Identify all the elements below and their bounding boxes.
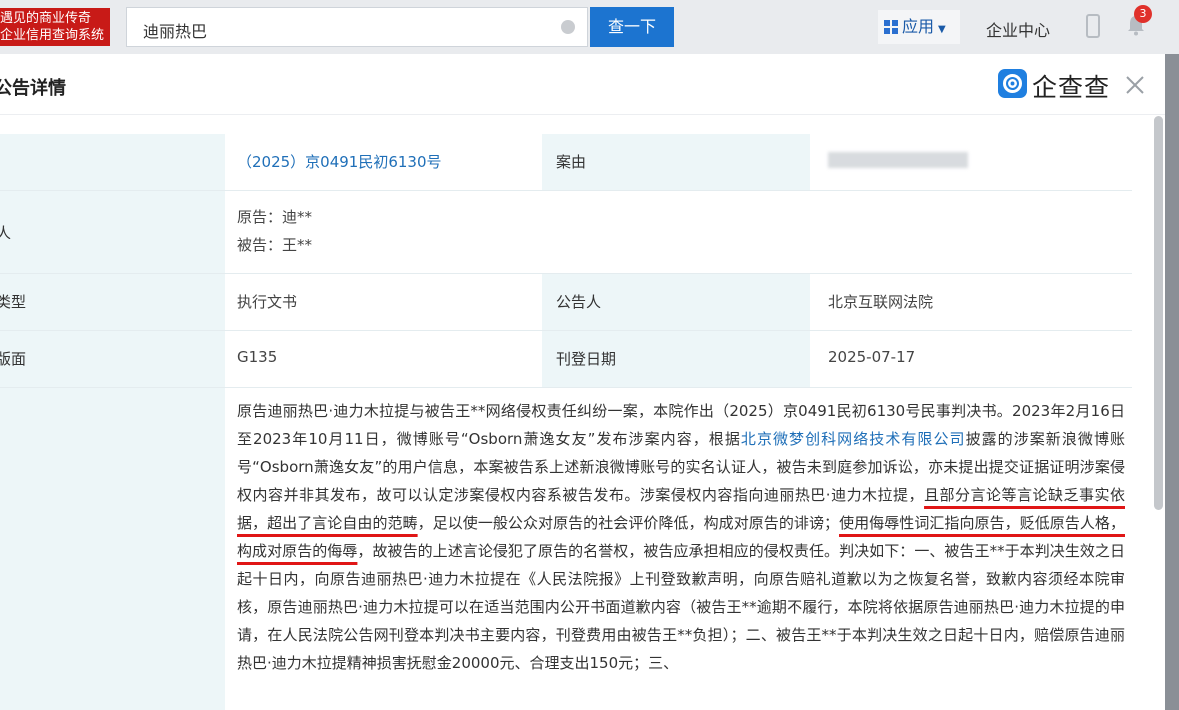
logo-line-1: 遇见的商业传奇 — [0, 11, 92, 26]
announcer-label-cell: 公告人 — [542, 274, 810, 330]
announcement-modal: 公告详情 企查查 （2025）京0491民初6130号 案由 人 原告：迪** … — [0, 54, 1165, 710]
cause-value-redacted — [828, 152, 968, 172]
modal-header: 公告详情 企查查 — [0, 54, 1165, 115]
cause-label: 案由 — [556, 153, 587, 171]
apps-menu[interactable]: 应用 ▼ — [878, 10, 960, 44]
modal-title: 公告详情 — [0, 78, 66, 99]
type-label: 类型 — [0, 293, 27, 311]
enterprise-center-link[interactable]: 企业中心 — [986, 17, 1050, 41]
content-text-4: ，故被告的上述言论侵犯了原告的名誉权，被告应承担相应的侵权责任。判决如下：一、被… — [237, 542, 1125, 672]
table-row: 人 原告：迪** 被告：王** — [0, 191, 1132, 274]
caret-down-icon: ▼ — [938, 24, 946, 35]
case-number-link[interactable]: （2025）京0491民初6130号 — [237, 151, 442, 172]
apps-label: 应用 — [902, 17, 935, 36]
apps-grid-icon — [884, 20, 898, 34]
page-label: 版面 — [0, 350, 27, 368]
type-value: 执行文书 — [237, 293, 298, 311]
announcer-value: 北京互联网法院 — [828, 293, 934, 311]
site-logo[interactable]: 遇见的商业传奇 企业信用查询系统 — [0, 8, 110, 46]
search-input[interactable]: 迪丽热巴 — [126, 7, 588, 47]
date-label: 刊登日期 — [556, 350, 617, 368]
announcer-label: 公告人 — [556, 293, 602, 311]
clear-icon[interactable] — [561, 20, 575, 34]
table-row: （2025）京0491民初6130号 案由 — [0, 134, 1132, 191]
date-label-cell: 刊登日期 — [542, 331, 810, 387]
row-label-cell — [0, 388, 225, 710]
company-link[interactable]: 北京微梦创科网络技术有限公司 — [741, 430, 966, 448]
plaintiff-value: 原告：迪** — [237, 208, 313, 226]
brand-name: 企查查 — [1032, 73, 1111, 102]
cause-label-cell: 案由 — [542, 134, 810, 190]
party-label: 人 — [0, 224, 12, 242]
search-button[interactable]: 查一下 — [590, 7, 674, 47]
brand-mark-icon — [998, 69, 1027, 98]
row-label-cell — [0, 134, 225, 190]
date-value: 2025-07-17 — [828, 348, 916, 366]
top-bar: 遇见的商业传奇 企业信用查询系统 迪丽热巴 查一下 应用 ▼ 企业中心 3 — [0, 0, 1179, 54]
row-label-cell: 类型 — [0, 274, 225, 330]
logo-line-2: 企业信用查询系统 — [0, 28, 105, 43]
defendant-value: 被告：王** — [237, 236, 313, 254]
row-label-cell: 版面 — [0, 331, 225, 387]
table-row: 版面 G135 刊登日期 2025-07-17 — [0, 331, 1132, 388]
page-right-edge — [1163, 54, 1179, 710]
close-icon[interactable] — [1124, 74, 1146, 96]
content-text-3: ，足以使一般公众对原告的社会评价降低，构成对原告的诽谤； — [417, 514, 840, 532]
scrollbar[interactable] — [1154, 116, 1163, 510]
mobile-icon[interactable] — [1086, 14, 1100, 38]
page-value: G135 — [237, 348, 278, 366]
notification-badge: 3 — [1134, 5, 1152, 23]
table-row: 类型 执行文书 公告人 北京互联网法院 — [0, 274, 1132, 331]
announcement-content: 原告迪丽热巴·迪力木拉提与被告王**网络侵权责任纠纷一案，本院作出（2025）京… — [237, 397, 1125, 677]
content-row: 原告迪丽热巴·迪力木拉提与被告王**网络侵权责任纠纷一案，本院作出（2025）京… — [0, 388, 1132, 710]
search-input-value: 迪丽热巴 — [143, 22, 208, 41]
row-label-cell: 人 — [0, 191, 225, 273]
